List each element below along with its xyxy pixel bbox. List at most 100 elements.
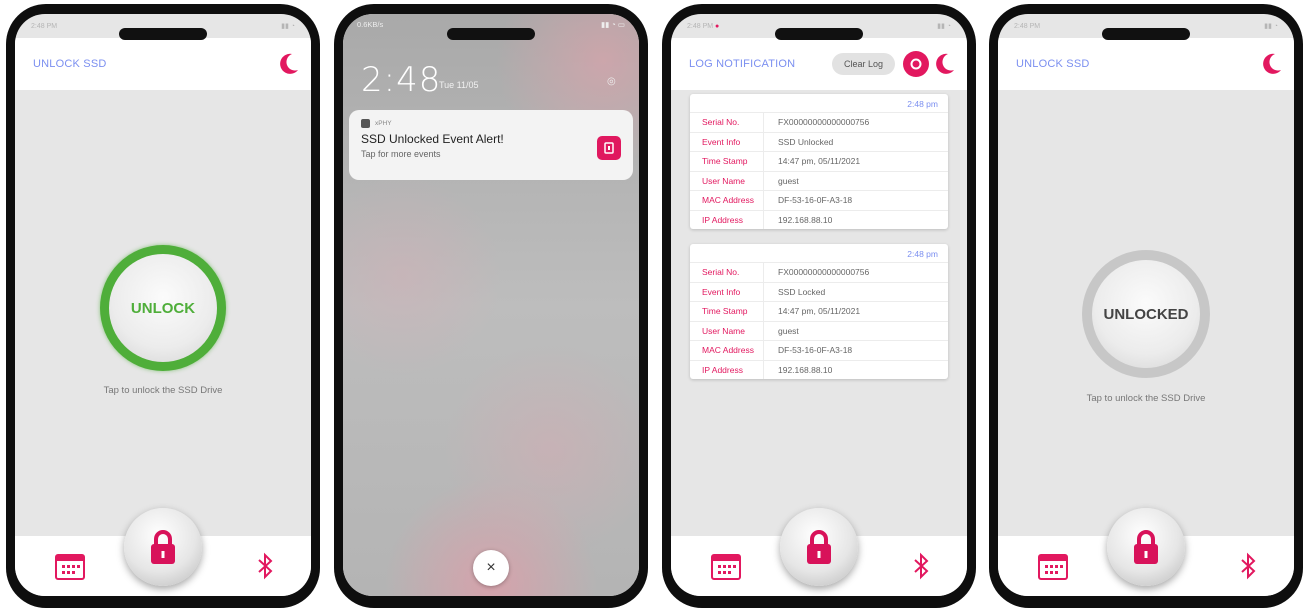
log-key: Serial No. [690,113,764,132]
ssd-icon [604,142,614,154]
phone-notch [1102,28,1190,40]
camera-icon[interactable]: ◎ [607,76,621,88]
log-value: 192.168.88.10 [778,214,833,225]
bottom-bar [15,508,311,596]
log-value: FX00000000000000756 [778,117,870,128]
log-key: Event Info [690,282,764,301]
main-content: UNLOCK Tap to unlock the SSD Drive [15,90,311,536]
lock-toggle-button[interactable] [124,508,202,586]
notification-app-name: xPHY [375,120,392,127]
moon-icon[interactable] [935,53,955,75]
phone-unlock-screen: 2:48 PM ▮▮ ◔ UNLOCK SSD UNLOCK Tap to unl… [6,4,320,608]
log-row: Serial No. FX00000000000000756 [690,112,948,132]
phone-lockscreen: 0.6KB/s ▮▮ ◔ ▭ 2:48 Tue 11/05 ◎ xPHY SSD … [334,4,648,608]
main-content: UNLOCKED Tap to unlock the SSD Drive [998,90,1294,536]
log-key: Time Stamp [690,152,764,171]
notification-subtitle: Tap for more events [361,149,441,159]
log-row: MAC Address DF-53-16-0F-A3-18 [690,190,948,210]
showcase: 2:48 PM ▮▮ ◔ UNLOCK SSD UNLOCK Tap to unl… [0,0,1307,612]
bluetooth-icon[interactable] [1238,552,1258,580]
bottom-bar [671,508,967,596]
app-title: UNLOCK SSD [33,58,107,70]
log-key: User Name [690,321,764,340]
log-value: DF-53-16-0F-A3-18 [778,345,853,356]
phone-notch [447,28,535,40]
log-row: Event Info SSD Unlocked [690,131,948,151]
padlock-icon [1134,530,1158,564]
app-title: LOG NOTIFICATION [689,58,796,70]
unlock-hint: Tap to unlock the SSD Drive [103,385,223,396]
refresh-button[interactable] [903,51,929,77]
log-list: 2:48 pm Serial No. FX00000000000000756 Ev… [671,90,967,536]
log-time: 2:48 pm [907,99,938,109]
lockscreen-date: Tue 11/05 [439,80,479,90]
log-row: Serial No. FX00000000000000756 [690,262,948,282]
log-value: 14:47 pm, 05/11/2021 [778,156,861,167]
notification-title: SSD Unlocked Event Alert! [361,132,504,146]
moon-icon[interactable] [279,53,299,75]
log-row: Event Info SSD Locked [690,281,948,301]
log-key: Time Stamp [690,302,764,321]
lockscreen-time: 2:48 [361,60,442,100]
log-value: DF-53-16-0F-A3-18 [778,195,853,206]
log-time: 2:48 pm [907,249,938,259]
log-row: MAC Address DF-53-16-0F-A3-18 [690,340,948,360]
log-row: User Name guest [690,320,948,340]
screen: 2:48 PM ▮▮ ◔ UNLOCK SSD UNLOCK Tap to unl… [15,14,311,596]
phone-notch [119,28,207,40]
bluetooth-icon[interactable] [255,552,275,580]
bottom-bar [998,508,1294,596]
calendar-icon[interactable] [55,552,85,580]
refresh-icon [910,58,922,70]
log-key: Event Info [690,132,764,151]
padlock-icon [151,530,175,564]
log-key: Serial No. [690,263,764,282]
lock-toggle-button[interactable] [1107,508,1185,586]
log-key: MAC Address [690,191,764,210]
phone-notch [775,28,863,40]
calendar-icon[interactable] [711,552,741,580]
bluetooth-icon[interactable] [911,552,931,580]
notification-app: xPHY [361,119,621,128]
unlock-button-label: UNLOCK [109,254,217,362]
log-value: guest [778,175,799,186]
log-key: MAC Address [690,341,764,360]
network-speed: 0.6KB/s [357,20,384,29]
calendar-icon[interactable] [1038,552,1068,580]
clear-log-button[interactable]: Clear Log [831,53,895,75]
log-value: 14:47 pm, 05/11/2021 [778,306,861,317]
close-notifications-button[interactable]: × [473,550,509,586]
log-value: guest [778,325,799,336]
moon-icon[interactable] [1262,53,1282,75]
app-title: UNLOCK SSD [1016,58,1090,70]
unlocked-button-label: UNLOCKED [1092,260,1200,368]
app-bar-actions: Clear Log [831,51,955,77]
notification-thumbnail [597,136,621,160]
lock-toggle-button[interactable] [780,508,858,586]
log-row: IP Address 192.168.88.10 [690,209,948,229]
screen: 0.6KB/s ▮▮ ◔ ▭ 2:48 Tue 11/05 ◎ xPHY SSD … [343,14,639,596]
close-icon: × [486,559,496,576]
app-bar: LOG NOTIFICATION Clear Log [671,38,967,90]
screen: 2:48 PM ● ▮▮ ◔ LOG NOTIFICATION Clear Log… [671,14,967,596]
app-bar: UNLOCK SSD [15,38,311,90]
app-icon [361,119,370,128]
phone-log-screen: 2:48 PM ● ▮▮ ◔ LOG NOTIFICATION Clear Log… [662,4,976,608]
unlocked-button[interactable]: UNLOCKED [1082,250,1210,378]
screen: 2:48 PM ▮▮ ◔ UNLOCK SSD UNLOCKED Tap to u… [998,14,1294,596]
log-row: User Name guest [690,170,948,190]
log-row: IP Address 192.168.88.10 [690,359,948,379]
log-value: FX00000000000000756 [778,267,870,278]
log-key: IP Address [690,210,764,229]
phone-unlocked-screen: 2:48 PM ▮▮ ◔ UNLOCK SSD UNLOCKED Tap to u… [989,4,1303,608]
log-entry: 2:48 pm Serial No. FX00000000000000756 Ev… [690,94,948,229]
notification-card[interactable]: xPHY SSD Unlocked Event Alert! Tap for m… [349,110,633,180]
log-row: Time Stamp 14:47 pm, 05/11/2021 [690,151,948,171]
unlock-button[interactable]: UNLOCK [100,245,226,371]
padlock-icon [807,530,831,564]
log-key: User Name [690,171,764,190]
lockscreen-wallpaper [343,14,639,596]
app-bar: UNLOCK SSD [998,38,1294,90]
log-value: SSD Unlocked [778,136,834,147]
log-row: Time Stamp 14:47 pm, 05/11/2021 [690,301,948,321]
